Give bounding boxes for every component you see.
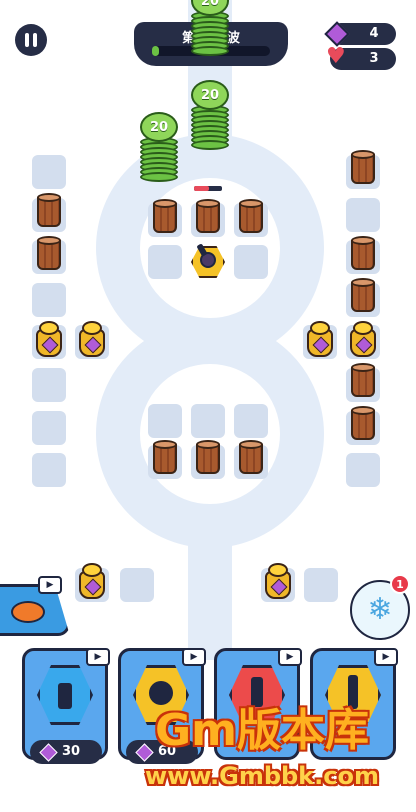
track-bottom-lane xyxy=(188,520,232,660)
log-obstacle[interactable] xyxy=(153,199,177,233)
tower-slot[interactable] xyxy=(234,404,268,438)
log-obstacle[interactable] xyxy=(37,236,61,270)
pause-button[interactable] xyxy=(15,24,47,56)
lives-counter: ♥ 3 xyxy=(326,46,396,70)
gem-post[interactable] xyxy=(265,563,291,601)
log-obstacle[interactable] xyxy=(351,278,375,312)
gem-post[interactable] xyxy=(79,321,105,359)
gem-post[interactable] xyxy=(307,321,333,359)
gem-post[interactable] xyxy=(79,563,105,601)
card-cost: 30 xyxy=(30,740,102,764)
tower-slot[interactable] xyxy=(32,368,66,402)
tower-slot[interactable] xyxy=(32,283,66,317)
enemy-stack-count: 20 xyxy=(140,112,178,142)
video-ad-icon[interactable]: ▶ xyxy=(374,648,398,666)
tower-slot[interactable] xyxy=(32,155,66,189)
log-obstacle[interactable] xyxy=(351,236,375,270)
video-ad-icon[interactable]: ▶ xyxy=(38,576,62,594)
freeze-badge: 1 xyxy=(390,574,410,594)
log-obstacle[interactable] xyxy=(196,440,220,474)
enemy-stack[interactable]: 20 xyxy=(191,0,229,70)
gem-post[interactable] xyxy=(350,321,376,359)
tower-slot[interactable] xyxy=(191,404,225,438)
tower-slot[interactable] xyxy=(148,404,182,438)
log-obstacle[interactable] xyxy=(153,440,177,474)
wave-progress-fill xyxy=(152,46,160,56)
gem-count: 4 xyxy=(369,26,379,41)
gem-icon xyxy=(39,743,58,762)
gem-post[interactable] xyxy=(36,321,62,359)
gem-counter: 4 xyxy=(324,21,396,47)
tower-slot[interactable] xyxy=(346,198,380,232)
enemy-stack[interactable]: 20 xyxy=(191,80,229,150)
watermark-url: www.Gmbbk.com xyxy=(145,762,379,790)
alarm-icon xyxy=(11,601,45,623)
log-obstacle[interactable] xyxy=(37,193,61,227)
enemy-stack[interactable]: 20 xyxy=(140,112,178,182)
snowflake-icon: ❄ xyxy=(367,592,393,627)
video-ad-icon[interactable]: ▶ xyxy=(182,648,206,666)
enemy-health-bar xyxy=(194,186,222,191)
enemy-health-fill xyxy=(194,186,210,191)
video-ad-icon[interactable]: ▶ xyxy=(278,648,302,666)
tower-slot[interactable] xyxy=(120,568,154,602)
heart-icon: ♥ xyxy=(326,44,346,69)
tower-slot[interactable] xyxy=(304,568,338,602)
video-ad-icon[interactable]: ▶ xyxy=(86,648,110,666)
watermark-title: Gm版本库 xyxy=(155,705,369,756)
tower-slot[interactable] xyxy=(234,245,268,279)
tower-slot[interactable] xyxy=(32,453,66,487)
gem-icon xyxy=(324,21,350,47)
tower-slot[interactable] xyxy=(346,453,380,487)
freeze-badge-count: 1 xyxy=(396,577,404,591)
tower-slot[interactable] xyxy=(148,245,182,279)
tower-slot[interactable] xyxy=(32,411,66,445)
log-obstacle[interactable] xyxy=(239,440,263,474)
cannon-tower[interactable] xyxy=(191,242,225,278)
log-obstacle[interactable] xyxy=(351,150,375,184)
lives-count: 3 xyxy=(369,51,379,66)
log-obstacle[interactable] xyxy=(196,199,220,233)
log-obstacle[interactable] xyxy=(351,363,375,397)
card-cost-value: 30 xyxy=(62,744,81,759)
log-obstacle[interactable] xyxy=(351,406,375,440)
enemy-stack-count: 20 xyxy=(191,80,229,110)
pause-icon xyxy=(25,33,37,47)
log-obstacle[interactable] xyxy=(239,199,263,233)
